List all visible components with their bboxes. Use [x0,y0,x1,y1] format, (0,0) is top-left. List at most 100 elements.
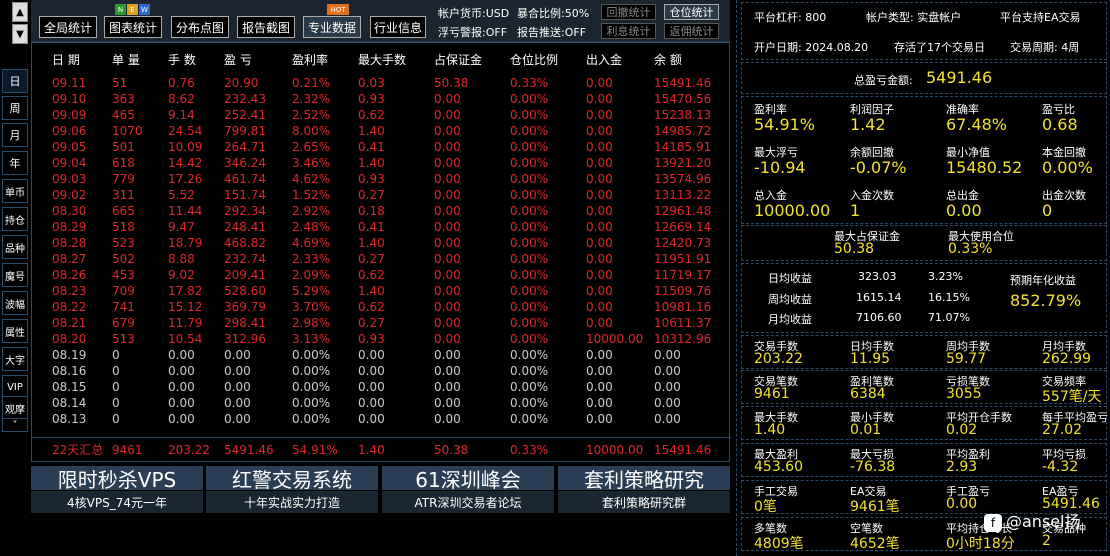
left-nav: ▲ ▼ 日 周 月 年 单币 持仓 品种 魔号 波幅 属性 大字 VIP 观摩 … [0,0,30,556]
banner-summit[interactable]: 61深圳峰会 ATR深圳交易者论坛 [382,466,554,514]
col-pl: 528.60 [224,284,266,298]
header-col-pl[interactable]: 盈 亏 [224,51,252,68]
header-col-max-lots[interactable]: 最大手数 [358,51,406,68]
rebate-stats-button[interactable]: 返佣统计 [664,23,719,39]
table-row[interactable]: 08.28 523 18.79 468.82 4.69% 1.40 0.00 0.00% 0.0… [32,235,731,251]
header-col-date[interactable]: 日 期 [52,51,80,68]
report-screenshot-button[interactable]: 报告截图 [237,16,295,38]
col-deposit: 0.00 [586,140,613,154]
banner-trading-system[interactable]: 红警交易系统 十年实战实力打造 [206,466,378,514]
table-row[interactable]: 09.10 363 8.62 232.43 2.32% 0.93 0.00 0.00% 0.00… [32,91,731,107]
industry-info-button[interactable]: 行业信息 [370,16,426,38]
col-date: 08.14 [52,396,87,410]
col-orders: 465 [112,108,135,122]
table-row[interactable]: 09.06 1070 24.54 799.81 8.00% 1.40 0.00 0.00% 0.… [32,123,731,139]
table-row[interactable]: 08.20 513 10.54 312.96 3.13% 0.93 0.00 0.00% 100… [32,331,731,347]
table-row[interactable]: 08.16 0 0.00 0.00 0.00% 0.00 0.00 0.00% 0.00 0.00 [32,363,731,379]
table-row[interactable]: 08.13 0 0.00 0.00 0.00% 0.00 0.00 0.00% 0.00 0.00 [32,411,731,427]
table-row[interactable]: 08.29 518 9.47 248.41 2.48% 0.41 0.00 0.00% 0.00… [32,219,731,235]
header-col-orders[interactable]: 单 量 [112,51,140,68]
col-balance: 0.00 [654,348,681,362]
total-pl-label: 总盈亏金额: [854,74,913,87]
header-col-margin[interactable]: 占保证金 [434,51,482,68]
col-max-lots: 0.41 [358,140,385,154]
nav-tab-symbols[interactable]: 品种 [2,235,28,259]
nav-tab-large-font[interactable]: 大字 [2,347,28,371]
stat-value: 1 [850,201,861,220]
nav-tab-positions[interactable]: 持仓 [2,207,28,231]
col-deposit: 0.00 [586,284,613,298]
table-row[interactable]: 08.27 502 8.88 232.74 2.33% 0.27 0.00 0.00% 0.00… [32,251,731,267]
stat-value: -10.94 [754,158,806,177]
header-col-position-ratio[interactable]: 仓位比例 [510,51,558,68]
banner-vps[interactable]: 限时秒杀VPS 4核VPS_74元一年 [31,466,203,514]
max-margin-value: 50.38 [834,241,875,257]
nav-tab-magic[interactable]: 魔号 [2,263,28,287]
col-pl: 799.81 [224,124,266,138]
scroll-up-icon[interactable]: ▲ [12,2,28,22]
table-row[interactable]: 08.15 0 0.00 0.00 0.00% 0.00 0.00 0.00% 0.00 0.00 [32,379,731,395]
header-col-lots[interactable]: 手 数 [168,51,196,68]
nav-tab-week[interactable]: 周 [2,96,28,120]
chart-stats-button[interactable]: 图表统计 [104,16,162,38]
banner-subtitle: 套利策略研究群 [558,491,730,513]
nav-tab-month[interactable]: 月 [2,123,28,147]
nav-tab-observe[interactable]: 观摩 [2,396,28,420]
nav-tab-attributes[interactable]: 属性 [2,319,28,343]
col-position-ratio: 0.00% [510,284,549,298]
col-profit-rate: 3.46% [292,156,331,170]
header-col-profit-rate[interactable]: 盈利率 [292,51,328,68]
table-row[interactable]: 08.26 453 9.02 209.41 2.09% 0.62 0.00 0.00% 0.00… [32,267,731,283]
col-date: 08.16 [52,364,87,378]
stat-value: 59.77 [946,351,987,367]
distribution-chart-button[interactable]: 分布点图 [171,16,229,38]
nav-tab-volatility[interactable]: 波幅 [2,291,28,315]
col-orders: 665 [112,204,135,218]
col-orders: 513 [112,332,135,346]
nav-more-icon[interactable]: ˅ [2,418,28,432]
col-max-lots: 0.03 [358,76,385,90]
table-row[interactable]: 08.30 665 11.44 292.34 2.92% 0.18 0.00 0.00% 0.0… [32,203,731,219]
nav-tab-day[interactable]: 日 [2,69,28,93]
nav-tab-year[interactable]: 年 [2,151,28,175]
summary-col-pl: 5491.46 [224,443,274,457]
col-lots: 17.82 [168,284,203,298]
drawdown-stats-button[interactable]: 回撤统计 [601,4,656,20]
stat-value: 0.68 [1042,115,1078,134]
pro-data-button[interactable]: 专业数据 [303,16,361,38]
col-position-ratio: 0.00% [510,396,549,410]
col-orders: 0 [112,364,120,378]
table-row[interactable]: 09.04 618 14.42 346.24 3.46% 1.40 0.00 0.00% 0.0… [32,155,731,171]
weekly-return-value: 1615.14 [856,291,902,304]
col-orders: 0 [112,412,120,426]
nav-tab-single-coin[interactable]: 单币 [2,179,28,203]
col-date: 09.11 [52,76,87,90]
position-stats-button[interactable]: 仓位统计 [664,4,719,20]
scroll-down-icon[interactable]: ▼ [12,24,28,44]
col-profit-rate: 2.52% [292,108,331,122]
col-orders: 0 [112,348,120,362]
interest-stats-button[interactable]: 利息统计 [601,23,656,39]
col-profit-rate: 2.48% [292,220,331,234]
header-col-balance[interactable]: 余 额 [654,51,682,68]
col-orders: 502 [112,252,135,266]
banner-arbitrage[interactable]: 套利策略研究 套利策略研究群 [558,466,730,514]
table-row[interactable]: 09.03 779 17.26 461.74 4.62% 0.93 0.00 0.00% 0.0… [32,171,731,187]
stat-value: 15480.52 [946,158,1023,177]
header-col-deposit[interactable]: 出入金 [586,51,622,68]
daily-return-label: 日均收益 [768,272,812,285]
annual-return-value: 852.79% [1010,291,1082,310]
table-row[interactable]: 08.21 679 11.79 298.41 2.98% 0.27 0.00 0.00% 0.0… [32,315,731,331]
table-row[interactable]: 09.02 311 5.52 151.74 1.52% 0.27 0.00 0.00% 0.00… [32,187,731,203]
table-row[interactable]: 08.14 0 0.00 0.00 0.00% 0.00 0.00 0.00% 0.00 0.00 [32,395,731,411]
table-row[interactable]: 08.19 0 0.00 0.00 0.00% 0.00 0.00 0.00% 0.00 0.00 [32,347,731,363]
banner-title: 61深圳峰会 [382,466,554,492]
table-row[interactable]: 08.23 709 17.82 528.60 5.29% 1.40 0.00 0.00% 0.0… [32,283,731,299]
global-stats-button[interactable]: 全局统计 [39,16,97,38]
table-row[interactable]: 09.11 51 0.76 20.90 0.21% 0.03 50.38 0.33% 0.00 1… [32,75,731,91]
table-row[interactable]: 09.09 465 9.14 252.41 2.52% 0.62 0.00 0.00% 0.00… [32,107,731,123]
table-row[interactable]: 08.22 741 15.12 369.79 3.70% 0.62 0.00 0.00% 0.0… [32,299,731,315]
platform-leverage: 平台杠杆: 800 [754,11,827,24]
col-max-lots: 0.62 [358,300,385,314]
table-row[interactable]: 09.05 501 10.09 264.71 2.65% 0.41 0.00 0.00% 0.0… [32,139,731,155]
